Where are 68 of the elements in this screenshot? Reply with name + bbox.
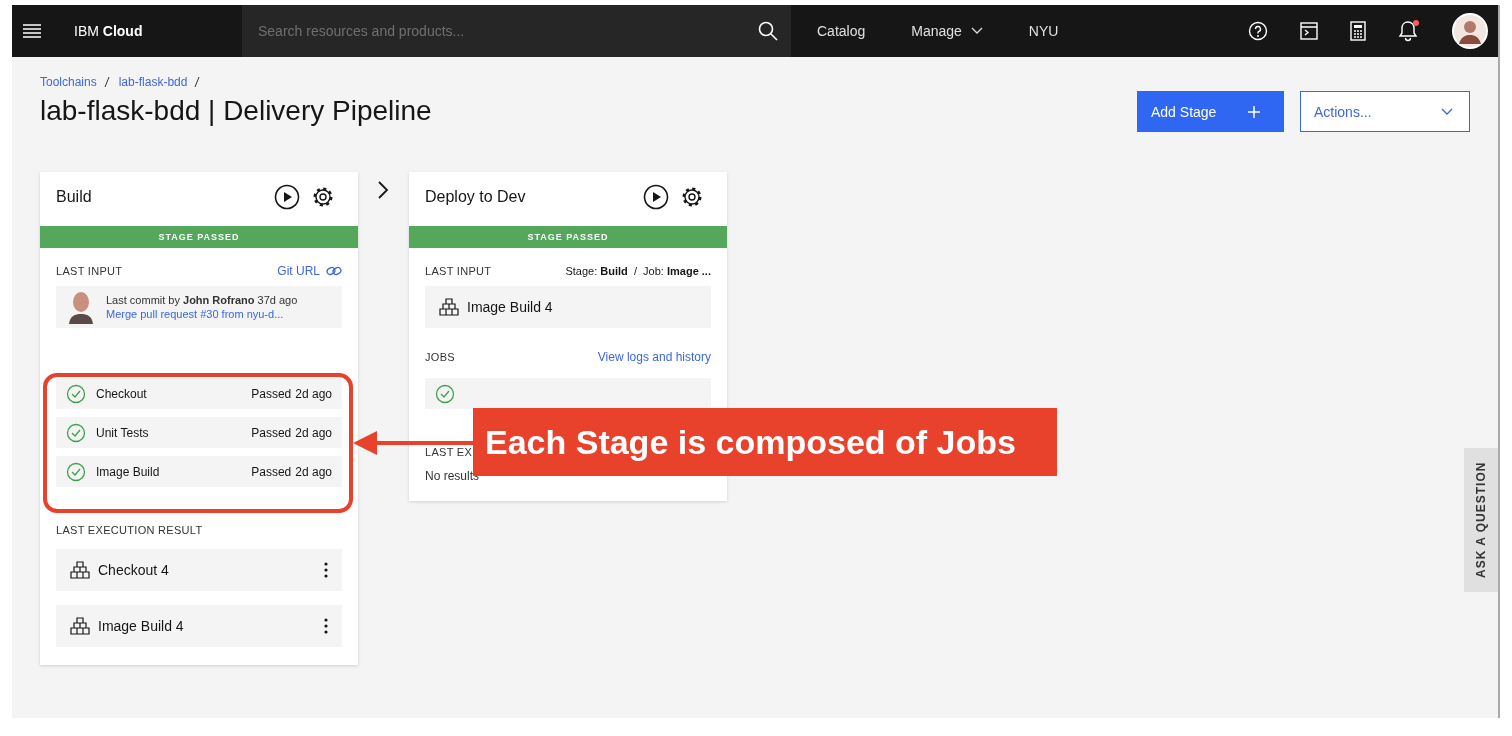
section-label: LAST INPUT (425, 265, 493, 277)
stage-status-banner: STAGE PASSED (40, 226, 358, 248)
avatar (68, 290, 94, 324)
search-icon (757, 21, 778, 41)
job-status: Passed (251, 386, 292, 401)
job-time: 2d ago (295, 425, 332, 440)
avatar[interactable] (1452, 13, 1488, 49)
help-icon[interactable] (1248, 21, 1268, 41)
overflow-menu-icon[interactable] (324, 618, 328, 634)
blocks-icon (70, 617, 90, 635)
section-label: LAST INPUT (56, 265, 124, 277)
section-label: LAST EX (425, 446, 473, 458)
plus-icon (1248, 105, 1260, 118)
ask-question-tab[interactable]: ASK A QUESTION (1464, 448, 1498, 592)
artifact-name: Image Build 4 (467, 299, 553, 315)
artifact-tile[interactable]: Image Build 4 (425, 286, 711, 328)
play-icon[interactable] (643, 184, 669, 210)
section-label: LAST EXECUTION RESULT (56, 524, 203, 536)
job-row[interactable]: Image Build Passed 2d ago (56, 456, 342, 487)
chevron-right-icon (377, 180, 389, 200)
page-title: lab-flask-bdd | Delivery Pipeline (40, 95, 433, 127)
job-status: Passed (251, 464, 292, 479)
job-status: Passed (251, 425, 292, 440)
nav-link[interactable]: Catalog (809, 11, 874, 51)
job-time: 2d ago (295, 464, 332, 479)
logs-link[interactable]: View logs and history (597, 350, 711, 364)
stage-status-banner: STAGE PASSED (409, 226, 727, 248)
breadcrumb-link[interactable]: Toolchains (40, 75, 97, 89)
job-time: 2d ago (295, 386, 332, 401)
menu-icon[interactable] (23, 24, 41, 38)
git-url-link[interactable]: Git URL (277, 264, 320, 278)
overflow-menu-icon[interactable] (324, 562, 328, 578)
nav-link[interactable]: Manage (903, 11, 991, 51)
brand-name[interactable]: IBM Cloud (74, 23, 242, 39)
stage-title: Build (56, 188, 93, 206)
result-name: Image Build 4 (98, 618, 184, 634)
input-source: Stage: Build / Job: Image ... (565, 265, 711, 277)
blocks-icon (439, 298, 459, 316)
actions-dropdown[interactable]: Actions... (1300, 91, 1470, 132)
search-field[interactable]: Search resources and products... (242, 5, 744, 57)
settings-icon[interactable] (311, 185, 335, 209)
chevron-down-icon (1441, 107, 1453, 116)
breadcrumb-separator-icon (194, 77, 201, 87)
job-name: Unit Tests (96, 425, 149, 440)
result-tile[interactable]: Checkout 4 (56, 549, 342, 591)
stage-title: Deploy to Dev (425, 188, 527, 206)
play-icon[interactable] (274, 184, 300, 210)
job-row[interactable]: Checkout Passed 2d ago (56, 378, 342, 409)
search-button[interactable] (744, 5, 791, 57)
add-stage-button[interactable]: Add Stage (1137, 91, 1284, 132)
terminal-icon[interactable] (1300, 22, 1318, 40)
commit-message-link[interactable]: Merge pull request #30 from nyu-d... (106, 308, 298, 320)
commit-info: Last commit by John Rofrano 37d ago (106, 294, 298, 306)
section-label: JOBS (425, 351, 456, 363)
job-name: Checkout (96, 386, 147, 401)
nav-link[interactable]: NYU (1020, 11, 1067, 51)
notification-icon[interactable] (1398, 20, 1420, 42)
breadcrumb-link[interactable]: lab-flask-bdd (118, 75, 188, 89)
job-row[interactable] (425, 378, 711, 409)
calculator-icon[interactable] (1350, 21, 1366, 41)
job-row[interactable]: Unit Tests Passed 2d ago (56, 417, 342, 448)
link-icon (326, 265, 342, 277)
settings-icon[interactable] (680, 185, 704, 209)
blocks-icon (70, 561, 90, 579)
result-tile[interactable]: Image Build 4 (56, 605, 342, 647)
job-name: Image Build (96, 464, 160, 479)
result-name: Checkout 4 (98, 562, 169, 578)
breadcrumb-separator-icon (103, 77, 110, 87)
